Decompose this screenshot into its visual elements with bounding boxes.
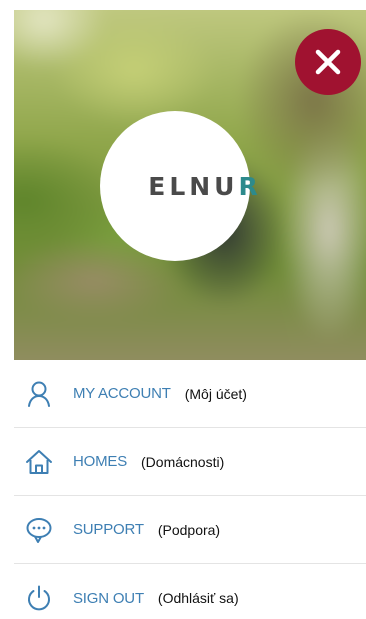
menu-item-support[interactable]: SUPPORT (Podpora) [14,496,366,564]
close-icon [315,49,341,75]
hero-image: ELNUR [14,10,366,360]
menu-item-my-account[interactable]: MY ACCOUNT (Môj účet) [14,360,366,428]
brand-logo-text: ELNUR [148,171,262,201]
menu-item-sign-out[interactable]: SIGN OUT (Odhlásiť sa) [14,564,366,619]
close-menu-button[interactable] [295,29,361,95]
home-icon [24,447,54,477]
user-icon [24,379,54,409]
menu-item-note: (Domácnosti) [141,453,225,470]
menu-item-note: (Odhlásiť sa) [157,590,239,606]
brand-logo: ELNUR [100,111,258,261]
side-menu-screen: ELNUR MY ACCOUNT (Môj účet) HOMES (Domác… [14,10,366,619]
menu-item-homes[interactable]: HOMES (Domácnosti) [14,428,366,496]
menu-item-label: HOMES [73,453,128,470]
menu-item-label: SIGN OUT [73,589,144,607]
menu-list: MY ACCOUNT (Môj účet) HOMES (Domácnosti) [14,360,366,619]
menu-item-label: SUPPORT [73,521,144,538]
menu-item-label: MY ACCOUNT [73,385,171,402]
chat-icon [24,515,54,545]
power-icon [24,583,54,613]
menu-item-note: (Môj účet) [184,385,247,402]
menu-item-note: (Podpora) [157,521,221,538]
